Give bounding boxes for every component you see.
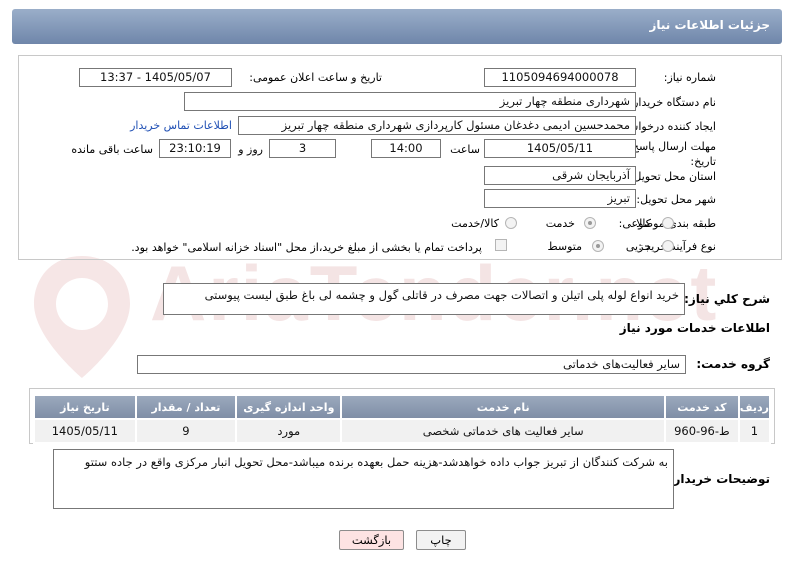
buyer-org-label: نام دستگاه خریدار: (629, 96, 716, 109)
treasury-note: پرداخت تمام یا بخشی از مبلغ خرید،از محل … (131, 241, 482, 254)
category-goods-service-radio[interactable] (505, 217, 517, 229)
table-row: 1 ط-96-960 سایر فعالیت های خدماتی شخصی م… (33, 418, 772, 444)
general-desc-label: شرح کلي نياز: (684, 292, 770, 306)
deadline-label-line2: تاریخ: (690, 155, 716, 168)
deadline-time-label: ساعت (450, 143, 480, 156)
print-button[interactable]: چاپ (416, 530, 466, 550)
purchase-medium-radio[interactable] (592, 240, 604, 252)
back-button[interactable]: بازگشت (339, 530, 404, 550)
cell-service-name: سایر فعالیت های خدماتی شخصی (340, 418, 666, 444)
category-service-label: خدمت (545, 217, 575, 230)
announce-datetime-label: تاریخ و ساعت اعلان عمومی: (249, 71, 382, 84)
announce-datetime-field: 1405/05/07 - 13:37 (79, 68, 232, 87)
purchase-medium-label: متوسط (547, 240, 582, 253)
need-number-field: 1105094694000078 (484, 68, 636, 87)
table-header-row: ردیف کد خدمت نام خدمت واحد اندازه گیری ت… (33, 394, 772, 420)
province-field: آذربایجان شرقی (484, 166, 636, 185)
purchase-partial-radio[interactable] (662, 240, 674, 252)
cell-need-date: 1405/05/11 (33, 418, 137, 444)
city-field: تبریز (484, 189, 636, 208)
col-quantity: تعداد / مقدار (134, 394, 238, 420)
buyer-contact-link[interactable]: اطلاعات تماس خریدار (130, 119, 232, 132)
buyer-notes-label: توضیحات خریدار: (668, 472, 770, 486)
treasury-checkbox[interactable] (495, 239, 507, 251)
cell-unit: مورد (235, 418, 343, 444)
services-info-title: اطلاعات خدمات مورد نياز (619, 321, 770, 335)
buyer-org-field: شهرداری منطقه چهار تبریز (184, 92, 636, 111)
category-service-radio[interactable] (584, 217, 596, 229)
page-title: جزئیات اطلاعات نیاز (649, 18, 770, 32)
requester-field: محمدحسین ادیمی دغدغان مسئول کارپردازی شه… (238, 116, 636, 135)
page-header: جزئیات اطلاعات نیاز (12, 9, 782, 44)
watermark-logo-icon (34, 256, 130, 378)
days-label: روز و (238, 143, 263, 156)
deadline-time-field: 14:00 (371, 139, 441, 158)
deadline-date-field: 1405/05/11 (484, 139, 636, 158)
remaining-label: ساعت باقی مانده (71, 143, 153, 156)
category-goods-label: کالا (636, 217, 651, 230)
col-unit: واحد اندازه گیری (235, 394, 343, 420)
remaining-time-field: 23:10:19 (159, 139, 231, 158)
cell-service-code: ط-96-960 (663, 418, 740, 444)
delivery-city-label: شهر محل تحویل: (636, 193, 716, 206)
service-group-field: سایر فعالیت‌های خدماتی (137, 355, 686, 374)
services-table: ردیف کد خدمت نام خدمت واحد اندازه گیری ت… (33, 394, 772, 444)
cell-row-number: 1 (737, 418, 772, 444)
col-row-number: ردیف (737, 394, 772, 420)
purchase-partial-label: جزیی (625, 240, 651, 253)
col-need-date: تاریخ نیاز (33, 394, 137, 420)
col-service-code: کد خدمت (663, 394, 740, 420)
service-group-label: گروه خدمت: (696, 357, 770, 371)
need-number-label: شماره نیاز: (663, 71, 716, 84)
delivery-province-label: استان محل تحویل: (629, 170, 716, 183)
days-field: 3 (269, 139, 336, 158)
category-goods-radio[interactable] (662, 217, 674, 229)
cell-quantity: 9 (134, 418, 238, 444)
category-goods-service-label: کالا/خدمت (451, 217, 499, 230)
general-desc-field: خرید انواع لوله پلی اتیلن و اتصالات جهت … (163, 283, 685, 315)
buyer-notes-field: به شرکت کنندگان از تبریز جواب داده خواهد… (53, 449, 674, 509)
col-service-name: نام خدمت (340, 394, 666, 420)
